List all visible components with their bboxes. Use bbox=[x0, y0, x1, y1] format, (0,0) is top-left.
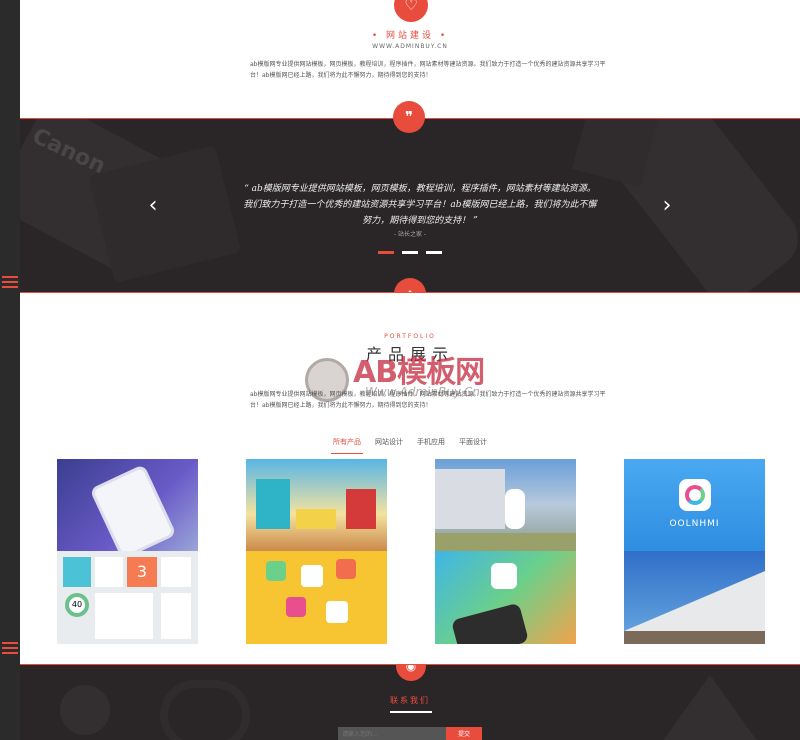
product-card[interactable] bbox=[435, 459, 576, 644]
tab-mobile-apps[interactable]: 手机应用 bbox=[415, 437, 447, 454]
app-logo-label: OOLNHMI bbox=[669, 519, 720, 529]
building-image bbox=[624, 551, 765, 644]
contact-section: ◉ 联系我们 提交 bbox=[20, 664, 800, 740]
products-subtitle: PORTFOLIO bbox=[384, 333, 436, 340]
ui-kit-image: 3 40 bbox=[57, 551, 198, 644]
testimonial-author: - 站长之家 - bbox=[393, 231, 427, 238]
slider-dot[interactable] bbox=[426, 251, 442, 254]
products-description: ab模版网专业提供网站模板，网页模板，教程培训，程序插件，网站素材等建站资源。我… bbox=[250, 391, 606, 409]
testimonial-quote: “ ab模版网专业提供网站模板，网页模板，教程培训，程序插件，网站素材等建站资源… bbox=[243, 184, 597, 226]
product-grid: 3 40 OOLNHMI bbox=[57, 459, 765, 644]
contact-title: 联系我们 bbox=[390, 696, 430, 705]
left-sidebar bbox=[0, 0, 20, 740]
app-icons-image bbox=[246, 551, 387, 644]
product-card[interactable]: OOLNHMI bbox=[624, 459, 765, 644]
about-description: ab模版网专业提供网站模板，网页模板，教程培训，程序插件，网站素材等建站资源。我… bbox=[250, 61, 606, 79]
decoration bbox=[160, 680, 250, 740]
quote-icon: ❞ bbox=[393, 101, 425, 133]
contact-input[interactable] bbox=[338, 727, 448, 740]
colorful-street-image bbox=[246, 459, 387, 551]
slider-pagination bbox=[20, 251, 800, 254]
product-tabs: 所有产品 网站设计 手机应用 平面设计 bbox=[20, 437, 800, 454]
divider bbox=[390, 711, 432, 713]
about-title: • 网站建设 • bbox=[371, 31, 449, 41]
menu-icon[interactable] bbox=[2, 642, 18, 654]
about-url[interactable]: WWW.ADMINBUY.CN bbox=[20, 43, 800, 50]
decoration bbox=[60, 685, 110, 735]
robot-statue-image bbox=[435, 459, 576, 551]
phone-hand-image bbox=[57, 459, 198, 561]
heart-icon: ♡ bbox=[394, 0, 428, 22]
products-section: PORTFOLIO 产品展示 AB模板网 Www.AdminBuy.Cn ab模… bbox=[20, 292, 800, 664]
slider-dot[interactable] bbox=[402, 251, 418, 254]
product-card[interactable] bbox=[246, 459, 387, 644]
about-section: ♡ • 网站建设 • WWW.ADMINBUY.CN ab模版网专业提供网站模板… bbox=[20, 0, 800, 133]
testimonial-slider: Canon ‹ › “ ab模版网专业提供网站模板，网页模板，教程培训，程序插件… bbox=[20, 118, 800, 292]
rss-icon: ◉ bbox=[396, 665, 426, 681]
next-arrow-icon[interactable]: › bbox=[656, 191, 678, 221]
submit-button[interactable]: 提交 bbox=[446, 727, 482, 740]
slider-dot[interactable] bbox=[378, 251, 394, 254]
tab-graphic-design[interactable]: 平面设计 bbox=[457, 437, 489, 454]
product-card[interactable]: 3 40 bbox=[57, 459, 198, 644]
app-launch-image bbox=[435, 551, 576, 644]
prev-arrow-icon[interactable]: ‹ bbox=[142, 191, 164, 221]
tab-web-design[interactable]: 网站设计 bbox=[373, 437, 405, 454]
menu-icon[interactable] bbox=[2, 276, 18, 288]
decoration bbox=[660, 675, 760, 740]
app-logo-image: OOLNHMI bbox=[624, 459, 765, 551]
home-icon: ⌂ bbox=[394, 278, 426, 292]
tab-all-products[interactable]: 所有产品 bbox=[331, 437, 363, 454]
